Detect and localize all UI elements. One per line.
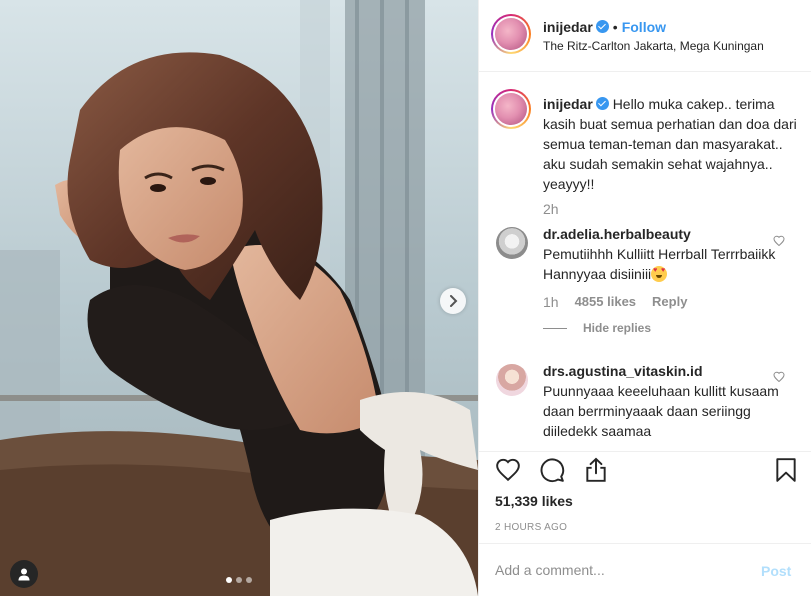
verified-badge-icon bbox=[595, 20, 609, 33]
carousel-dot-active bbox=[226, 577, 232, 583]
comment-username-link[interactable]: dr.adelia.herbalbeauty bbox=[543, 226, 691, 242]
comment-avatar[interactable] bbox=[496, 227, 528, 259]
follow-button[interactable]: Follow bbox=[622, 19, 666, 35]
comment-meta: 1h 4855 likes Reply bbox=[543, 294, 687, 310]
tagged-users-button[interactable] bbox=[10, 560, 38, 588]
comment-icon[interactable] bbox=[539, 457, 565, 483]
comment-like-heart-icon[interactable] bbox=[773, 235, 785, 247]
carousel-dot bbox=[236, 577, 242, 583]
photo-scene bbox=[0, 0, 478, 596]
heart-icon[interactable] bbox=[495, 457, 521, 483]
carousel-dot bbox=[246, 577, 252, 583]
share-icon[interactable] bbox=[583, 457, 609, 483]
comment-input[interactable] bbox=[495, 562, 735, 578]
location-link[interactable]: The Ritz-Carlton Jakarta, Mega Kuningan bbox=[543, 39, 764, 53]
post-comment-button[interactable]: Post bbox=[761, 563, 791, 579]
caption-author-avatar[interactable] bbox=[491, 89, 531, 129]
add-comment-bar: Post bbox=[479, 543, 811, 596]
chevron-right-icon bbox=[450, 295, 458, 307]
carousel-next-button[interactable] bbox=[440, 288, 466, 314]
post-timestamp[interactable]: 2 HOURS AGO bbox=[495, 522, 567, 533]
comment-age[interactable]: 1h bbox=[543, 294, 559, 310]
header-user-line: inijedar • Follow bbox=[543, 19, 666, 35]
comment-text: Puunnyaaa keeeluhaan kullitt kusaam daan… bbox=[543, 383, 779, 439]
comment-item: dr.adelia.herbalbeauty Pemutiihhh Kullii… bbox=[543, 224, 783, 284]
post-likes-count[interactable]: 51,339 likes bbox=[495, 493, 573, 509]
caption-username-link[interactable]: inijedar bbox=[543, 96, 593, 112]
bookmark-icon[interactable] bbox=[773, 457, 799, 483]
comment-like-heart-icon[interactable] bbox=[773, 371, 785, 383]
hide-replies-label: Hide replies bbox=[583, 321, 652, 335]
divider-line bbox=[543, 327, 567, 329]
post-header: inijedar • Follow The Ritz-Carlton Jakarta… bbox=[479, 0, 811, 72]
comments-list[interactable]: inijedar Hello muka cakep.. terima kasih… bbox=[479, 73, 811, 451]
author-avatar[interactable] bbox=[491, 14, 531, 54]
comment-avatar[interactable] bbox=[496, 364, 528, 396]
post-side-panel: inijedar • Follow The Ritz-Carlton Jakarta… bbox=[478, 0, 811, 596]
user-tag-icon bbox=[18, 568, 30, 581]
post-caption: inijedar Hello muka cakep.. terima kasih… bbox=[543, 94, 799, 194]
comment-likes-count[interactable]: 4855 likes bbox=[575, 294, 636, 310]
author-username-link[interactable]: inijedar bbox=[543, 19, 593, 35]
header-separator: • bbox=[612, 19, 618, 35]
reply-button[interactable]: Reply bbox=[652, 294, 687, 310]
comment-username-link[interactable]: drs.agustina_vitaskin.id bbox=[543, 363, 703, 379]
hide-replies-button[interactable]: Hide replies bbox=[543, 321, 651, 335]
heart-eyes-emoji bbox=[651, 266, 668, 282]
post-photo[interactable] bbox=[0, 0, 478, 596]
post-actions: 51,339 likes 2 HOURS AGO bbox=[479, 451, 811, 543]
carousel-indicator bbox=[226, 577, 252, 583]
comment-item: drs.agustina_vitaskin.id Puunnyaaa keeel… bbox=[543, 361, 783, 441]
caption-timestamp[interactable]: 2h bbox=[543, 201, 559, 217]
instagram-post: inijedar • Follow The Ritz-Carlton Jakarta… bbox=[0, 0, 811, 596]
verified-badge-icon bbox=[595, 97, 609, 110]
